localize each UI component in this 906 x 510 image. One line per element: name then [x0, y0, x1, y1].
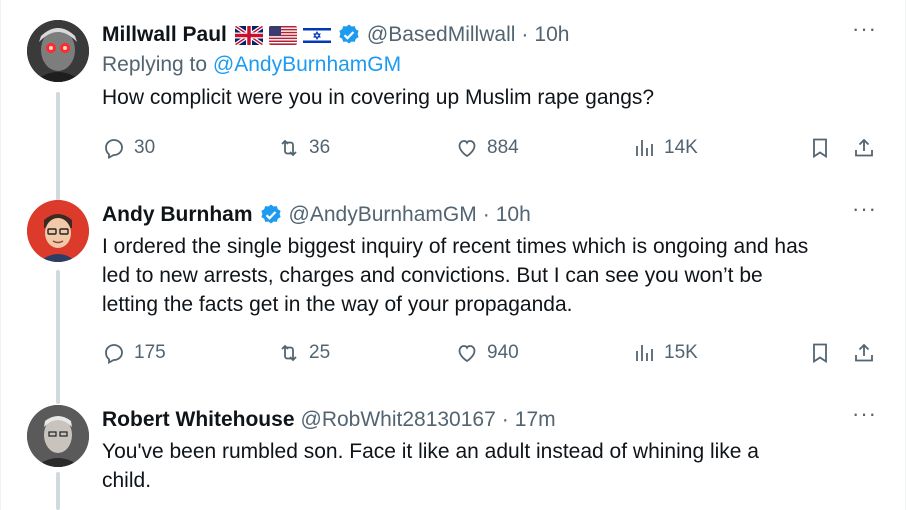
separator: ·: [501, 408, 509, 431]
timestamp[interactable]: 10h: [496, 203, 531, 227]
uk-flag-icon: [234, 25, 263, 45]
author-handle[interactable]: @RobWhit28130167: [301, 408, 496, 432]
tweet[interactable]: Robert Whitehouse @RobWhit28130167 · 17m…: [1, 395, 906, 510]
timeline: Millwall Paul @BasedMillwall · 10h ··· R…: [0, 0, 906, 510]
more-options-icon[interactable]: ···: [852, 198, 877, 220]
author-handle[interactable]: @AndyBurnhamGM: [289, 203, 477, 227]
author-name[interactable]: Andy Burnham: [102, 203, 253, 227]
reply-button[interactable]: 30: [102, 136, 155, 160]
tweet-text: You've been rumbled son. Face it like an…: [102, 437, 885, 495]
views-button[interactable]: 15K: [632, 341, 698, 365]
like-button[interactable]: 940: [455, 341, 519, 365]
repost-count: 25: [309, 342, 331, 363]
timestamp[interactable]: 17m: [515, 408, 556, 432]
tweet-text-line: You've been rumbled son. Face it like an…: [102, 440, 759, 463]
replying-to: Replying to @AndyBurnhamGM: [102, 53, 885, 77]
more-options-icon[interactable]: ···: [852, 403, 877, 425]
tweet-text-line: letting the facts get in the way of your…: [102, 293, 573, 316]
bookmark-icon: [813, 138, 827, 159]
tweet-text-line: child.: [102, 469, 152, 492]
replying-to-label: Replying to: [102, 53, 208, 76]
separator: ·: [482, 203, 490, 226]
repost-button[interactable]: 25: [277, 341, 330, 365]
reply-count: 30: [134, 137, 156, 158]
repost-button[interactable]: 36: [277, 136, 330, 160]
views-icon: [636, 345, 653, 361]
views-button[interactable]: 14K: [632, 136, 698, 160]
avatar[interactable]: [27, 20, 89, 82]
tweet-text: I ordered the single biggest inquiry of …: [102, 232, 885, 319]
reply-count: 175: [134, 342, 166, 363]
views-count: 14K: [664, 137, 698, 158]
tweet[interactable]: Millwall Paul @BasedMillwall · 10h ··· R…: [1, 0, 906, 190]
reply-button[interactable]: 175: [102, 341, 166, 365]
timestamp[interactable]: 10h: [534, 23, 569, 47]
like-button[interactable]: 884: [455, 136, 519, 160]
replying-to-handle[interactable]: @AndyBurnhamGM: [213, 53, 401, 76]
reply-icon: [105, 344, 123, 364]
bookmark-icon: [813, 343, 827, 364]
heart-icon: [458, 345, 476, 363]
tweet-text-line: led to new arrests, charges and convicti…: [102, 264, 763, 287]
tweet[interactable]: Andy Burnham @AndyBurnhamGM · 10h ··· I …: [1, 190, 906, 390]
share-button[interactable]: [852, 341, 876, 365]
share-icon: [855, 138, 873, 157]
avatar[interactable]: [27, 405, 89, 467]
bookmark-button[interactable]: [808, 341, 832, 365]
bookmark-button[interactable]: [808, 136, 832, 160]
author-handle[interactable]: @BasedMillwall: [367, 23, 516, 47]
repost-count: 36: [309, 137, 331, 158]
tweet-text: How complicit were you in covering up Mu…: [102, 86, 655, 109]
verified-badge-icon[interactable]: [337, 23, 361, 47]
views-count: 15K: [664, 342, 698, 363]
tweet-text-line: I ordered the single biggest inquiry of …: [102, 235, 809, 258]
verified-badge-icon[interactable]: [259, 203, 283, 227]
avatar[interactable]: [27, 200, 89, 262]
views-icon: [636, 140, 653, 156]
like-count: 940: [487, 342, 519, 363]
author-name[interactable]: Robert Whitehouse: [102, 408, 295, 432]
share-button[interactable]: [852, 136, 876, 160]
repost-icon: [281, 344, 297, 362]
israel-flag-icon: [302, 25, 331, 45]
more-options-icon[interactable]: ···: [852, 18, 877, 40]
author-name[interactable]: Millwall Paul: [102, 23, 227, 47]
heart-icon: [458, 140, 476, 158]
like-count: 884: [487, 137, 519, 158]
reply-icon: [105, 139, 123, 159]
repost-icon: [281, 139, 297, 157]
share-icon: [855, 343, 873, 362]
us-flag-icon: [268, 25, 297, 45]
separator: ·: [521, 23, 529, 46]
